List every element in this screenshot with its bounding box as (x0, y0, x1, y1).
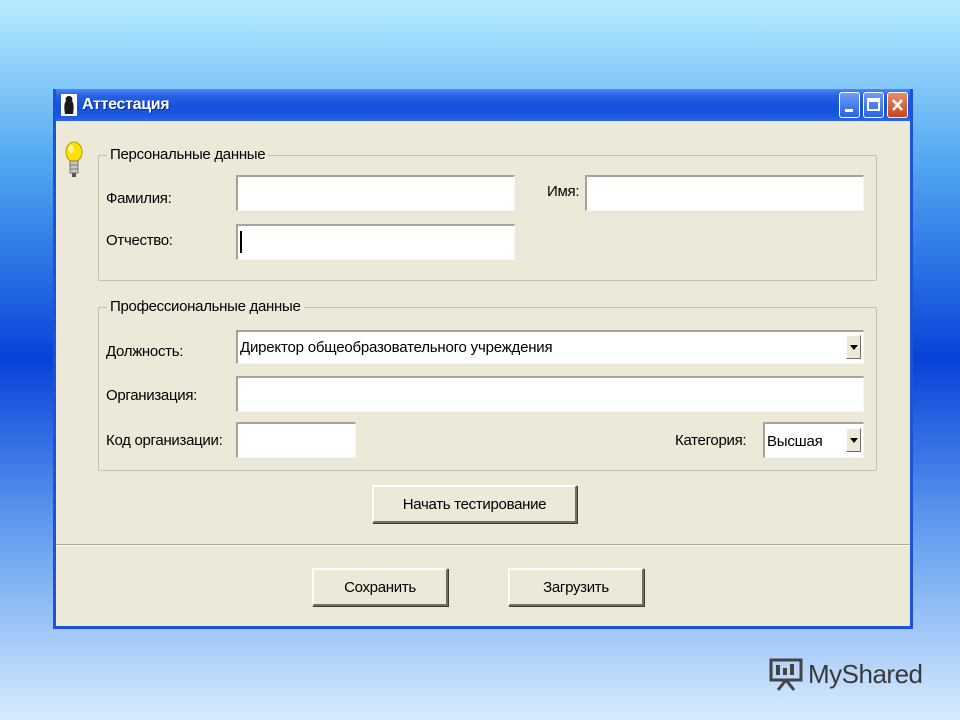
category-select[interactable]: Высшая (763, 422, 864, 458)
load-button[interactable]: Загрузить (508, 568, 644, 606)
surname-input[interactable] (236, 175, 515, 211)
name-label: Имя: (547, 183, 580, 200)
window-title: Аттестация (82, 96, 170, 113)
maximize-icon (867, 98, 880, 111)
lightbulb-icon (65, 141, 83, 177)
position-selected-value: Директор общеобразовательного учреждения (240, 339, 553, 356)
attestation-window: Аттестация Персональные данные Фамилия: … (53, 89, 913, 629)
close-button[interactable] (887, 92, 908, 118)
watermark-brand: MyShared (808, 659, 923, 689)
presentation-board-icon (769, 658, 803, 691)
close-icon (892, 99, 903, 111)
org-code-input[interactable] (236, 422, 356, 458)
separator-highlight (56, 545, 910, 546)
name-input[interactable] (585, 175, 864, 211)
surname-label: Фамилия: (106, 190, 172, 207)
text-caret (240, 231, 242, 253)
org-code-label: Код организации: (106, 432, 223, 449)
chevron-down-icon (850, 345, 858, 350)
position-dropdown-button[interactable] (846, 335, 861, 359)
save-button[interactable]: Сохранить (312, 568, 448, 606)
position-label: Должность: (106, 343, 184, 360)
title-bar[interactable]: Аттестация (56, 89, 910, 121)
minimize-button[interactable] (839, 92, 860, 118)
patronymic-input[interactable] (236, 224, 515, 260)
patronymic-label: Отчество: (106, 232, 173, 249)
category-dropdown-button[interactable] (846, 428, 861, 452)
organization-input[interactable] (236, 376, 864, 412)
organization-label: Организация: (106, 387, 198, 404)
minimize-icon (845, 109, 853, 112)
position-select[interactable]: Директор общеобразовательного учреждения (236, 330, 864, 364)
professional-data-legend: Профессиональные данные (107, 298, 304, 315)
category-label: Категория: (675, 432, 747, 449)
start-test-button[interactable]: Начать тестирование (372, 485, 577, 523)
category-selected-value: Высшая (767, 433, 823, 450)
person-silhouette-icon (61, 94, 77, 116)
personal-data-group: Персональные данные (98, 146, 877, 281)
maximize-button[interactable] (863, 92, 884, 118)
personal-data-legend: Персональные данные (107, 146, 269, 163)
chevron-down-icon (850, 438, 858, 443)
